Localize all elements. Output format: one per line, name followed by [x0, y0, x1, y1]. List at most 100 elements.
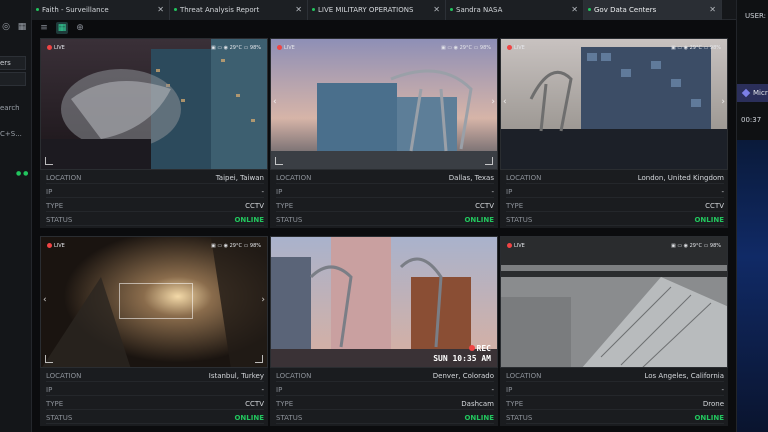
meta-row-status: STATUS ONLINE	[506, 414, 724, 424]
meta-row-status: STATUS ONLINE	[46, 414, 264, 424]
meta-row-ip: IP -	[506, 386, 724, 396]
tab-faith-surveillance[interactable]: Faith - Surveillance ✕	[32, 0, 170, 20]
chevron-left-icon[interactable]: ‹	[43, 295, 47, 305]
close-icon[interactable]: ✕	[709, 5, 716, 14]
camera-meta: LOCATION Los Angeles, California IP - TYPE…	[500, 370, 728, 426]
globe-icon[interactable]: ◎	[0, 22, 12, 32]
camera-card[interactable]: LIVE ▣ ▭ ◉ 29°C ▭ 98% LOCATION Taipei, Ta…	[40, 38, 268, 228]
frame-corner	[45, 157, 53, 165]
meta-row-status: STATUS ONLINE	[276, 216, 494, 226]
tab-label: Sandra NASA	[456, 6, 503, 14]
app-label: Micr	[753, 89, 768, 97]
camera-meta: LOCATION Istanbul, Turkey IP - TYPE CCTV ST…	[40, 370, 268, 426]
ip-value: -	[261, 386, 264, 394]
location-value: Los Angeles, California	[644, 372, 725, 380]
chevron-left-icon[interactable]: ‹	[503, 97, 507, 107]
meta-row-type: TYPE CCTV	[46, 400, 264, 410]
frame-corner	[275, 157, 283, 165]
close-icon[interactable]: ✕	[433, 5, 440, 14]
camera-feed[interactable]: LIVE ▣ ▭ ◉ 29°C ▭ 98% ‹ ›	[270, 38, 498, 170]
camera-feed[interactable]: LIVE ▣ ▭ ◉ 29°C ▭ 98% ‹ ›	[40, 236, 268, 368]
live-indicator: LIVE	[277, 45, 295, 51]
camera-status-icons: ▣ ▭ ◉ 29°C ▭ 98%	[671, 45, 721, 51]
ip-value: -	[491, 188, 494, 196]
chevron-right-icon[interactable]: ›	[491, 97, 495, 107]
camera-status-icons: ▣ ▭ ◉ 29°C ▭ 98%	[211, 45, 261, 51]
chevron-left-icon[interactable]: ‹	[273, 97, 277, 107]
globe-view-icon[interactable]: ⊕	[74, 22, 86, 34]
tab-status-dot	[174, 8, 177, 11]
list-view-icon[interactable]: ≡	[38, 22, 50, 34]
camera-card[interactable]: LIVE ▣ ▭ ◉ 29°C ▭ 98% ‹ › LOCATION London…	[500, 38, 728, 228]
status-value: ONLINE	[464, 414, 494, 422]
frame-corner	[255, 355, 263, 363]
camera-card[interactable]: LIVE ▣ ▭ ◉ 29°C ▭ 98% ‹ › LOCATION Istanb…	[40, 236, 268, 426]
tab-status-dot	[588, 8, 591, 11]
meta-row-location: LOCATION Istanbul, Turkey	[46, 372, 264, 382]
meta-row-location: LOCATION London, United Kingdom	[506, 174, 724, 184]
sidebar-icon-row: ◎ ▦	[0, 22, 28, 32]
feed-image	[41, 39, 267, 169]
camera-feed[interactable]: LIVE ▣ ▭ ◉ 29°C ▭ 98%	[40, 38, 268, 170]
type-value: Drone	[702, 400, 724, 408]
meta-row-location: LOCATION Taipei, Taiwan	[46, 174, 264, 184]
status-value: ONLINE	[234, 216, 264, 224]
type-value: Dashcam	[461, 400, 494, 408]
close-icon[interactable]: ✕	[157, 5, 164, 14]
meta-row-type: TYPE CCTV	[506, 202, 724, 212]
feed-image	[501, 39, 727, 169]
camera-card[interactable]: LIVE ▣ ▭ ◉ 29°C ▭ 98% LOCATION Los Angele…	[500, 236, 728, 426]
sidebar-item[interactable]	[0, 72, 26, 86]
meta-row-ip: IP -	[276, 386, 494, 396]
frame-corner	[485, 157, 493, 165]
camera-feed[interactable]: REC SUN 10:35 AM	[270, 236, 498, 368]
sidebar-shortcut-label: C+S...	[0, 130, 22, 138]
type-value: CCTV	[245, 400, 264, 408]
tab-gov-data-centers[interactable]: Gov Data Centers ✕	[584, 0, 722, 20]
tab-status-dot	[450, 8, 453, 11]
frame-corner	[45, 355, 53, 363]
location-value: Dallas, Texas	[448, 174, 494, 182]
left-sidebar: ◎ ▦ ers earch C+S... ● ●	[0, 0, 32, 432]
tab-sandra-nasa[interactable]: Sandra NASA ✕	[446, 0, 584, 20]
camera-feed[interactable]: LIVE ▣ ▭ ◉ 29°C ▭ 98%	[500, 236, 728, 368]
camera-feed[interactable]: LIVE ▣ ▭ ◉ 29°C ▭ 98% ‹ ›	[500, 38, 728, 170]
meta-row-ip: IP -	[46, 386, 264, 396]
user-label: USER: W	[745, 12, 768, 20]
sidebar-search-label[interactable]: earch	[0, 104, 20, 112]
meta-row-location: LOCATION Dallas, Texas	[276, 174, 494, 184]
dashcam-timestamp: SUN 10:35 AM	[433, 354, 491, 363]
camera-card[interactable]: LIVE ▣ ▭ ◉ 29°C ▭ 98% ‹ › LOCATION Dallas…	[270, 38, 498, 228]
close-icon[interactable]: ✕	[571, 5, 578, 14]
meta-row-type: TYPE Dashcam	[276, 400, 494, 410]
sidebar-item-active[interactable]: ers	[0, 56, 26, 70]
tab-live-military[interactable]: LIVE MILITARY OPERATIONS ✕	[308, 0, 446, 20]
app-root: ◎ ▦ ers earch C+S... ● ● Faith - Surveil…	[0, 0, 768, 432]
tab-status-dot	[312, 8, 315, 11]
status-value: ONLINE	[464, 216, 494, 224]
camera-status-icons: ▣ ▭ ◉ 29°C ▭ 98%	[211, 243, 261, 249]
tab-status-dot	[36, 8, 39, 11]
grid-view-icon[interactable]: ▦	[56, 22, 68, 34]
feed-image	[271, 39, 497, 169]
location-value: Taipei, Taiwan	[215, 174, 264, 182]
tab-threat-analysis[interactable]: Threat Analysis Report ✕	[170, 0, 308, 20]
live-indicator: LIVE	[47, 45, 65, 51]
close-icon[interactable]: ✕	[295, 5, 302, 14]
feed-image	[501, 237, 727, 367]
app-notification-bar[interactable]: Micr	[737, 84, 768, 102]
camera-meta: LOCATION Denver, Colorado IP - TYPE Dashcam…	[270, 370, 498, 426]
camera-status-icons: ▣ ▭ ◉ 29°C ▭ 98%	[441, 45, 491, 51]
meta-row-status: STATUS ONLINE	[276, 414, 494, 424]
tab-label: Gov Data Centers	[594, 6, 657, 14]
chevron-right-icon[interactable]: ›	[721, 97, 725, 107]
location-value: Istanbul, Turkey	[208, 372, 264, 380]
meta-row-type: TYPE Drone	[506, 400, 724, 410]
camera-grid: LIVE ▣ ▭ ◉ 29°C ▭ 98% LOCATION Taipei, Ta…	[40, 38, 732, 432]
chevron-right-icon[interactable]: ›	[261, 295, 265, 305]
meta-row-status: STATUS ONLINE	[46, 216, 264, 226]
camera-card[interactable]: REC SUN 10:35 AM LOCATION Denver, Colorad…	[270, 236, 498, 426]
grid-icon[interactable]: ▦	[16, 22, 28, 32]
tab-bar: Faith - Surveillance ✕ Threat Analysis R…	[32, 0, 736, 20]
ip-value: -	[491, 386, 494, 394]
